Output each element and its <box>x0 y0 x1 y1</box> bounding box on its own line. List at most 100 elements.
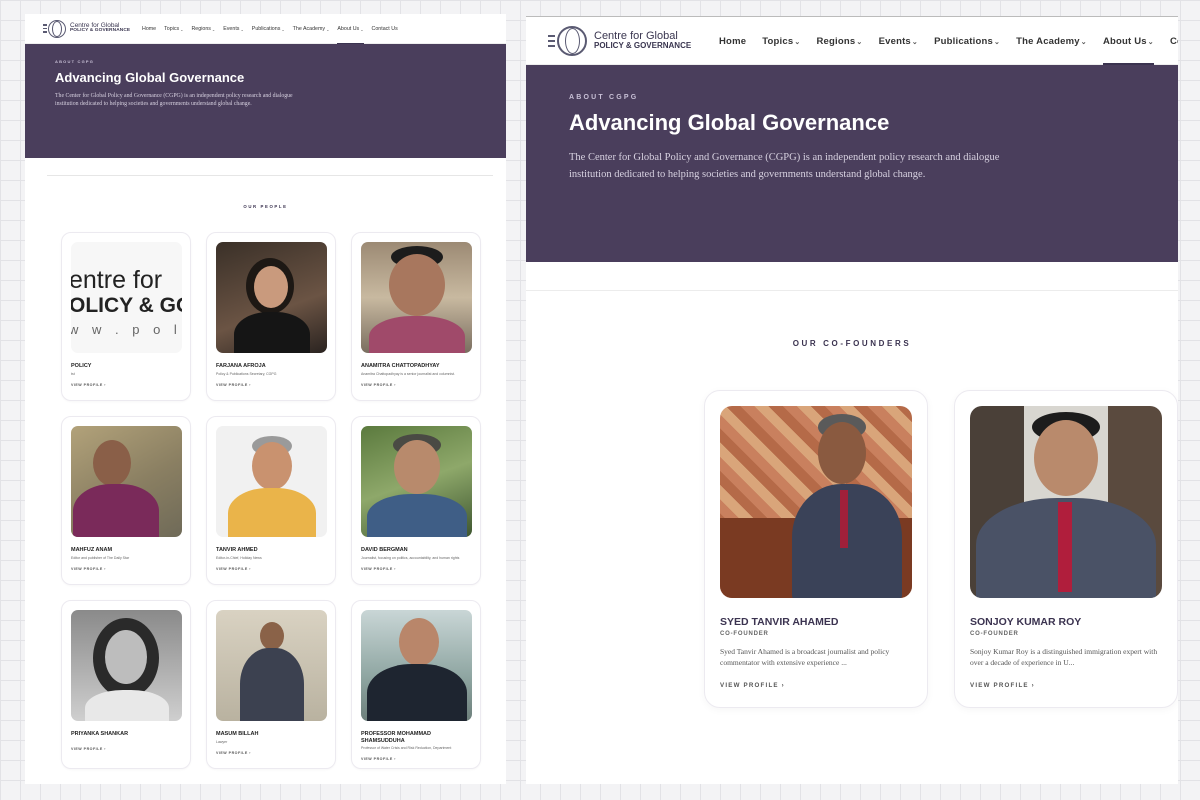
arrow-right-icon: › <box>249 750 251 755</box>
person-name[interactable]: MAHFUZ ANAM <box>71 547 181 554</box>
cofounder-card[interactable]: SONJOY KUMAR ROY CO-FOUNDER Sonjoy Kumar… <box>954 390 1178 708</box>
person-card[interactable]: entre for OLICY & GO w w . p o l i c POL… <box>61 232 191 401</box>
cofounder-photo[interactable] <box>720 406 912 598</box>
nav-regions[interactable]: Regions ⌄ <box>191 14 215 44</box>
nav-regions[interactable]: Regions ⌄ <box>817 17 863 65</box>
face-shape <box>93 440 131 486</box>
view-profile-link[interactable]: VIEW PROFILE › <box>720 682 912 689</box>
hero-description: The Center for Global Policy and Governa… <box>569 152 1000 180</box>
person-photo[interactable] <box>216 242 327 353</box>
person-card[interactable]: TANVIR AHMED Editor-in-Chief, Holiday Ne… <box>206 416 336 585</box>
view-profile-link[interactable]: VIEW PROFILE › <box>361 567 471 571</box>
nav-about-label: About Us <box>337 26 360 32</box>
hero-eyebrow: ABOUT CGPG <box>55 59 95 64</box>
person-card[interactable]: DAVID BERGMAN Journalist, focusing on po… <box>351 416 481 585</box>
nav-topics-label: Topics <box>164 26 180 32</box>
nav-contact[interactable]: Con <box>1170 17 1178 65</box>
person-photo[interactable] <box>216 610 327 721</box>
person-name[interactable]: PROFESSOR MOHAMMAD SHAMSUDDUHA <box>361 731 471 744</box>
nav-about[interactable]: About Us ⌄ <box>1102 17 1154 65</box>
arrow-right-icon: › <box>104 566 106 571</box>
nav-home[interactable]: Home <box>142 14 156 44</box>
person-photo[interactable] <box>361 610 472 721</box>
cofounder-photo[interactable] <box>970 406 1162 598</box>
nav-events-label: Events <box>878 35 911 47</box>
globe-logo-icon[interactable] <box>557 25 587 56</box>
person-name[interactable]: FARJANA AFROJA <box>216 363 326 370</box>
person-name[interactable]: MASUM BILLAH <box>216 731 326 738</box>
person-card[interactable]: ANAMITRA CHATTOPADHYAY Anamitra Chattopa… <box>351 232 481 401</box>
top-navbar: Centre for Global POLICY & GOVERNANCE Ho… <box>526 17 1178 65</box>
organization-logo-image[interactable]: entre for OLICY & GO w w . p o l i c <box>71 242 182 353</box>
person-photo[interactable] <box>361 242 472 353</box>
chevron-down-icon: ⌄ <box>211 26 216 32</box>
nav-academy-label: The Academy <box>292 26 326 32</box>
cofounder-name[interactable]: SONJOY KUMAR ROY <box>970 616 1162 628</box>
site-logo[interactable]: Centre for Global POLICY & GOVERNANCE <box>70 22 130 34</box>
cofounder-card[interactable]: SYED TANVIR AHAMED CO-FOUNDER Syed Tanvi… <box>704 390 928 708</box>
body-shape <box>240 648 304 721</box>
view-profile-link[interactable]: VIEW PROFILE › <box>71 383 181 387</box>
nav-home-label: Home <box>719 35 747 47</box>
person-name[interactable]: TANVIR AHMED <box>216 547 326 554</box>
face-shape <box>260 622 284 650</box>
cofounder-bio: Sonjoy Kumar Roy is a distinguished immi… <box>970 647 1158 668</box>
nav-events-label: Events <box>223 26 240 32</box>
site-logo[interactable]: Centre for Global POLICY & GOVERNANCE <box>594 31 691 50</box>
nav-topics[interactable]: Topics ⌄ <box>762 17 800 65</box>
chevron-down-icon: ⌄ <box>1147 37 1154 46</box>
view-profile-link[interactable]: VIEW PROFILE › <box>216 567 326 571</box>
chevron-down-icon: ⌄ <box>240 26 244 32</box>
person-role: Policy & Publications Secretary, CGPG <box>216 371 277 376</box>
view-profile-link[interactable]: VIEW PROFILE › <box>216 751 326 755</box>
person-name[interactable]: POLICY <box>71 363 181 370</box>
nav-regions-label: Regions <box>191 26 211 32</box>
nav-publications[interactable]: Publications ⌄ <box>934 17 1000 65</box>
face-shape <box>1034 420 1098 496</box>
people-grid: entre for OLICY & GO w w . p o l i c POL… <box>61 232 481 769</box>
person-photo[interactable] <box>361 426 472 537</box>
main-menu: Home Topics ⌄ Regions ⌄ Events ⌄ Publicatio… <box>142 14 406 44</box>
person-card[interactable]: MASUM BILLAH Lawyer VIEW PROFILE › <box>206 600 336 769</box>
face-shape <box>105 630 147 684</box>
person-photo[interactable] <box>71 610 182 721</box>
nav-events[interactable]: Events ⌄ <box>223 14 244 44</box>
globe-logo-icon[interactable] <box>48 19 66 38</box>
face-shape <box>394 440 440 494</box>
view-profile-label: VIEW PROFILE <box>216 382 248 387</box>
nav-contact[interactable]: Contact Us <box>372 14 398 44</box>
person-card[interactable]: MAHFUZ ANAM Editor and publisher of The … <box>61 416 191 585</box>
person-card[interactable]: FARJANA AFROJA Policy & Publications Sec… <box>206 232 336 401</box>
cofounder-name[interactable]: SYED TANVIR AHAMED <box>720 616 912 628</box>
person-card[interactable]: PROFESSOR MOHAMMAD SHAMSUDDUHA Professor… <box>351 600 481 769</box>
person-name[interactable]: PRIYANKA SHANKAR <box>71 731 181 738</box>
arrow-right-icon: › <box>249 382 251 387</box>
arrow-right-icon: › <box>104 382 106 387</box>
nav-events[interactable]: Events ⌄ <box>879 17 919 65</box>
person-card[interactable]: PRIYANKA SHANKAR VIEW PROFILE › <box>61 600 191 769</box>
nav-home[interactable]: Home <box>719 17 746 65</box>
view-profile-link[interactable]: VIEW PROFILE › <box>361 383 471 387</box>
person-photo[interactable] <box>216 426 327 537</box>
nav-academy[interactable]: The Academy ⌄ <box>1016 17 1087 65</box>
face-shape <box>254 266 288 308</box>
top-navbar: Centre for Global POLICY & GOVERNANCE Ho… <box>25 14 506 44</box>
view-profile-link[interactable]: VIEW PROFILE › <box>361 757 471 761</box>
view-profile-link[interactable]: VIEW PROFILE › <box>216 383 326 387</box>
nav-academy[interactable]: The Academy ⌄ <box>293 14 330 44</box>
view-profile-link[interactable]: VIEW PROFILE › <box>970 682 1162 689</box>
nav-topics[interactable]: Topics ⌄ <box>164 14 183 44</box>
person-name[interactable]: DAVID BERGMAN <box>361 547 471 554</box>
person-role: Anamitra Chattopadhyay is a senior journ… <box>361 371 455 376</box>
chevron-down-icon: ⌄ <box>281 26 285 32</box>
view-profile-link[interactable]: VIEW PROFILE › <box>71 747 181 751</box>
chevron-down-icon: ⌄ <box>856 37 863 46</box>
nav-publications[interactable]: Publications ⌄ <box>252 14 285 44</box>
person-name[interactable]: ANAMITRA CHATTOPADHYAY <box>361 363 471 370</box>
view-profile-label: VIEW PROFILE <box>216 566 248 571</box>
nav-about[interactable]: About Us ⌄ <box>337 14 364 44</box>
logo-bars-icon <box>548 34 555 47</box>
person-photo[interactable] <box>71 426 182 537</box>
view-profile-link[interactable]: VIEW PROFILE › <box>71 567 181 571</box>
face-shape <box>818 422 866 484</box>
